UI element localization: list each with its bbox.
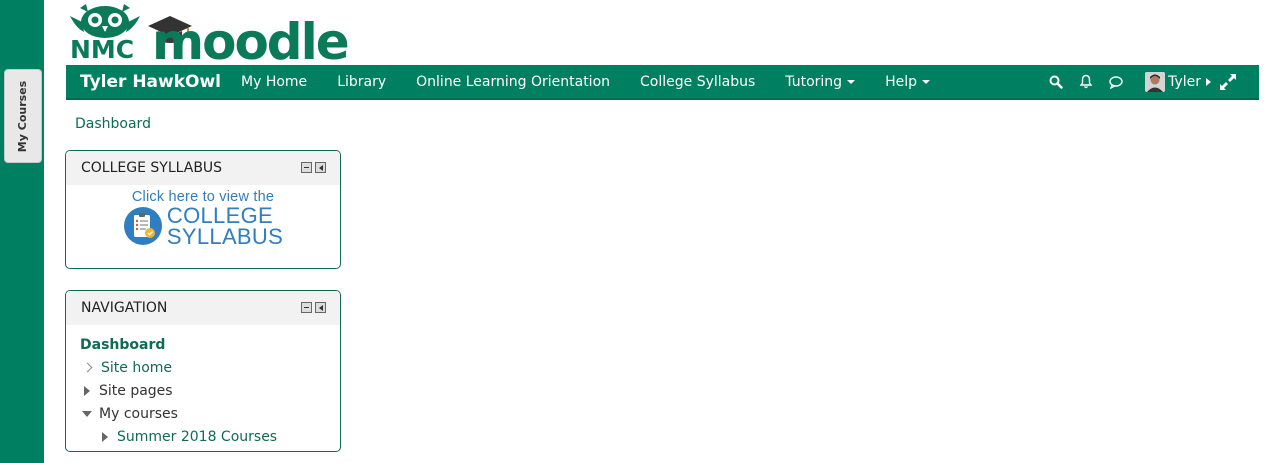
block-title: NAVIGATION xyxy=(81,300,168,316)
nav-library-label: Library xyxy=(337,73,387,90)
nav-tutoring-dropdown[interactable]: Tutoring xyxy=(785,73,856,90)
nav-tree-site-home[interactable]: Site home xyxy=(80,356,340,379)
collapse-block-icon[interactable] xyxy=(301,302,312,313)
block-controls xyxy=(301,162,326,173)
nav-tree-my-courses[interactable]: My courses xyxy=(80,402,340,425)
block-header: COLLEGE SYLLABUS xyxy=(66,151,340,185)
nav-library[interactable]: Library xyxy=(337,74,386,90)
breadcrumb-dashboard[interactable]: Dashboard xyxy=(75,116,151,132)
expanded-down-icon xyxy=(82,410,92,417)
nav-tree-label: Dashboard xyxy=(80,336,166,353)
nav-tree-summer-2018-courses[interactable]: Summer 2018 Courses xyxy=(80,425,340,448)
college-syllabus-link[interactable]: Click here to view the COLLEGE SYLLABUS xyxy=(66,185,340,249)
syllabus-banner: COLLEGE SYLLABUS xyxy=(66,203,340,249)
navigation-tree: Dashboard Site home Site pages My course… xyxy=(66,325,340,448)
message-icon[interactable] xyxy=(1105,71,1127,93)
nav-orientation-label: Online Learning Orientation xyxy=(416,73,611,90)
syllabus-heading-line1: COLLEGE xyxy=(166,203,273,228)
logo-graphic: NMC moodle xyxy=(69,4,350,71)
caret-down-icon xyxy=(847,79,856,84)
nav-syllabus-label: College Syllabus xyxy=(640,73,756,90)
caret-down-icon xyxy=(921,79,930,84)
collapse-block-icon[interactable] xyxy=(301,162,312,173)
nmc-text: NMC xyxy=(69,34,135,65)
nmc-moodle-logo[interactable]: NMC moodle xyxy=(69,2,370,71)
nav-tree-label: Site home xyxy=(101,359,173,376)
nav-tree-label: Site pages xyxy=(99,382,173,399)
syllabus-document-icon xyxy=(123,207,162,245)
dock-block-icon[interactable] xyxy=(315,302,326,313)
nav-tree-dashboard[interactable]: Dashboard xyxy=(80,333,340,356)
nav-tutoring-label: Tutoring xyxy=(785,73,843,90)
expand-fullscreen-icon[interactable] xyxy=(1217,71,1239,93)
expand-right-icon xyxy=(84,385,90,396)
nav-tree-label: My courses xyxy=(99,405,178,422)
dock-block-icon[interactable] xyxy=(315,162,326,173)
search-icon[interactable] xyxy=(1045,71,1067,93)
nav-tree-label: Summer 2018 Courses xyxy=(117,428,278,445)
block-header: NAVIGATION xyxy=(66,291,340,325)
expand-right-icon xyxy=(102,431,108,442)
nav-help-label: Help xyxy=(885,73,917,90)
nav-tree-site-pages[interactable]: Site pages xyxy=(80,379,340,402)
svg-text:NMC: NMC xyxy=(70,35,134,62)
navigation-block: NAVIGATION Dashboard Site home Site page… xyxy=(65,290,341,452)
nav-my-home-label: My Home xyxy=(241,73,308,90)
avatar xyxy=(1145,71,1166,92)
bell-icon[interactable] xyxy=(1075,71,1097,93)
my-courses-dock-tab[interactable]: My Courses xyxy=(4,69,42,163)
syllabus-heading-line2: SYLLABUS xyxy=(166,224,284,249)
left-dock: My Courses xyxy=(0,0,44,463)
nav-online-learning-orientation[interactable]: Online Learning Orientation xyxy=(416,74,610,90)
site-brand[interactable]: Tyler HawkOwl xyxy=(66,72,221,92)
caret-right-icon xyxy=(1206,77,1211,86)
user-menu[interactable]: Tyler xyxy=(1145,71,1211,92)
svg-text:moodle: moodle xyxy=(152,13,348,62)
dock-tab-label: My Courses xyxy=(16,80,30,152)
nav-college-syllabus[interactable]: College Syllabus xyxy=(640,74,755,90)
college-syllabus-block: COLLEGE SYLLABUS Click here to view the … xyxy=(65,150,341,269)
nav-my-home[interactable]: My Home xyxy=(241,74,307,90)
main-navbar: Tyler HawkOwl My Home Library Online Lea… xyxy=(66,65,1259,100)
chevron-right-icon xyxy=(82,362,93,373)
block-title: COLLEGE SYLLABUS xyxy=(81,160,223,176)
nav-help-dropdown[interactable]: Help xyxy=(885,74,930,90)
user-name: Tyler xyxy=(1168,73,1201,90)
block-controls xyxy=(301,302,326,313)
syllabus-heading: COLLEGE SYLLABUS xyxy=(166,203,284,249)
